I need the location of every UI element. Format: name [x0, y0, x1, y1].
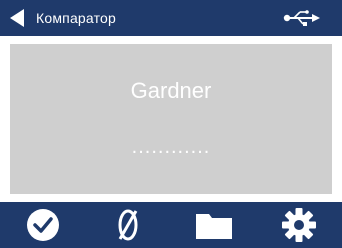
back-triangle-icon	[10, 9, 24, 27]
usb-icon	[283, 10, 320, 26]
measurement-display: Gardner ............	[10, 44, 332, 194]
confirm-button[interactable]	[15, 202, 71, 248]
bottom-toolbar	[0, 202, 342, 248]
settings-button[interactable]	[271, 202, 327, 248]
device-ui: Компаратор Gardner ............	[0, 0, 342, 248]
folder-icon	[195, 214, 232, 239]
measurement-value: ............	[131, 136, 211, 158]
check-circle-icon	[26, 209, 59, 241]
zero-icon	[118, 209, 138, 241]
header-bar: Компаратор	[0, 0, 342, 36]
gear-icon	[282, 208, 317, 242]
files-button[interactable]	[186, 202, 242, 248]
back-button[interactable]	[4, 0, 30, 36]
screen-title: Компаратор	[36, 10, 117, 26]
zero-button[interactable]	[100, 202, 156, 248]
scale-label: Gardner	[130, 78, 212, 103]
